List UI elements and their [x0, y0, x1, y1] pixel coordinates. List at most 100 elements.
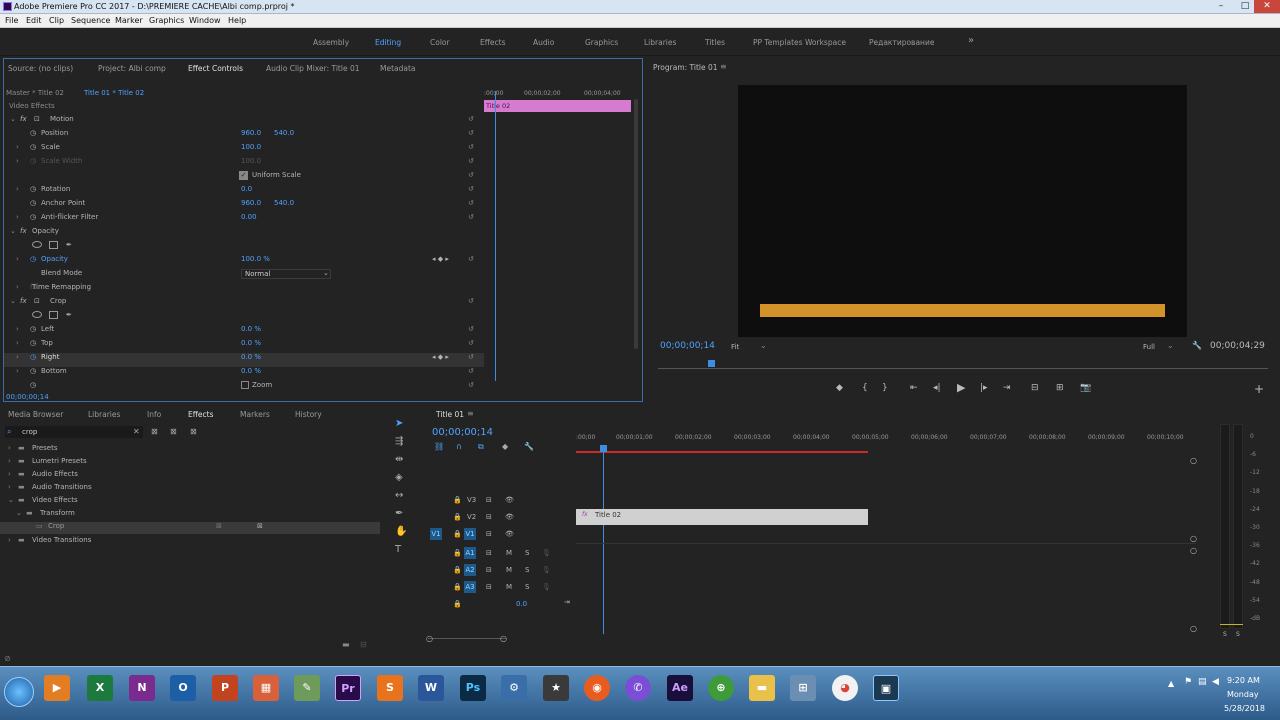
master-clip-label[interactable]: Master * Title 02	[6, 89, 64, 97]
anchor-y[interactable]: 540.0	[274, 199, 294, 207]
track-label-v1[interactable]: V1	[464, 528, 476, 540]
timeline-ruler[interactable]: :00;00 00;00;01;00 00;00;02;00 00;00;03;…	[576, 434, 1196, 446]
tree-crop[interactable]: Crop	[48, 522, 64, 530]
workspace-russian[interactable]: Редактирование	[869, 38, 934, 47]
workspace-titles[interactable]: Titles	[705, 38, 725, 47]
solo-button[interactable]: S	[525, 549, 529, 557]
slip-tool-icon[interactable]: ↔	[395, 490, 403, 501]
workspace-editing[interactable]: Editing	[375, 38, 401, 47]
reset-icon[interactable]: ↺	[468, 185, 474, 193]
eye-icon[interactable]: 👁	[505, 496, 514, 504]
accelerated-effects-icon[interactable]: ⊠	[151, 427, 158, 436]
reset-icon[interactable]: ↺	[468, 171, 474, 179]
tab-info[interactable]: Info	[147, 410, 161, 419]
rotation-value[interactable]: 0.0	[241, 185, 252, 193]
tab-source[interactable]: Source: (no clips)	[8, 64, 73, 73]
lock-icon[interactable]: 🔒	[453, 530, 462, 538]
reset-icon[interactable]: ↺	[468, 367, 474, 375]
left-value[interactable]: 0.0 %	[241, 325, 261, 333]
stopwatch-icon[interactable]: ◷	[30, 129, 36, 137]
outlook-icon[interactable]: O	[170, 675, 196, 701]
reset-icon[interactable]: ↺	[468, 325, 474, 333]
clear-search-icon[interactable]: ✕	[133, 427, 140, 436]
vertical-scroll-handle[interactable]: ○	[1190, 624, 1197, 633]
bottom-value[interactable]: 0.0 %	[241, 367, 261, 375]
reset-icon[interactable]: ↺	[468, 129, 474, 137]
reset-icon[interactable]: ↺	[468, 353, 474, 361]
workspace-audio[interactable]: Audio	[533, 38, 554, 47]
type-tool-icon[interactable]: T	[395, 544, 401, 555]
lock-icon[interactable]: 🔒	[453, 496, 462, 504]
track-label-a1[interactable]: A1	[464, 547, 476, 559]
app-icon[interactable]: ⊕	[708, 675, 734, 701]
timeline-playhead[interactable]	[603, 446, 604, 634]
tab-media-browser[interactable]: Media Browser	[8, 410, 63, 419]
scrollbar[interactable]	[634, 99, 638, 349]
menu-graphics[interactable]: Graphics	[149, 16, 184, 25]
ellipse-mask-icon[interactable]	[32, 311, 42, 318]
motion-label[interactable]: Motion	[50, 115, 74, 123]
scroll-handle-left[interactable]: ○	[426, 634, 433, 643]
effects-search-box[interactable]: ⌕ crop ✕	[5, 426, 143, 438]
start-button[interactable]	[4, 677, 34, 707]
sequence-clip-label[interactable]: Title 01 * Title 02	[84, 89, 144, 97]
vertical-scroll-handle[interactable]: ○	[1190, 534, 1197, 543]
sync-lock-icon[interactable]: ⊟	[486, 583, 492, 591]
reset-icon[interactable]: ↺	[468, 157, 474, 165]
stopwatch-icon[interactable]: ◷	[30, 325, 36, 333]
workspace-libraries[interactable]: Libraries	[644, 38, 676, 47]
solo-button[interactable]: S	[525, 583, 529, 591]
tab-metadata[interactable]: Metadata	[380, 64, 416, 73]
hand-tool-icon[interactable]: ✋	[395, 526, 407, 537]
photoshop-icon[interactable]: Ps	[460, 675, 486, 701]
add-marker-icon[interactable]: ◆	[836, 383, 843, 393]
tree-lumetri-presets[interactable]: Lumetri Presets	[32, 457, 87, 465]
keyframe-nav-icon[interactable]: ◂ ◆ ▸	[432, 353, 449, 361]
reset-icon[interactable]: ↺	[468, 381, 474, 389]
sync-lock-icon[interactable]: ⊟	[486, 530, 492, 538]
sync-lock-icon[interactable]: ⊟	[486, 513, 492, 521]
ellipse-mask-icon[interactable]	[32, 241, 42, 248]
reset-icon[interactable]: ↺	[468, 199, 474, 207]
tab-libraries[interactable]: Libraries	[88, 410, 120, 419]
mute-button[interactable]: M	[506, 549, 512, 557]
tab-markers[interactable]: Markers	[240, 410, 270, 419]
antiflicker-value[interactable]: 0.00	[241, 213, 257, 221]
app-icon[interactable]: ★	[543, 675, 569, 701]
anchor-x[interactable]: 960.0	[241, 199, 261, 207]
ripple-edit-tool-icon[interactable]: ⇹	[395, 454, 403, 465]
scale-value[interactable]: 100.0	[241, 143, 261, 151]
stopwatch-icon[interactable]: ◷	[30, 213, 36, 221]
add-button-icon[interactable]: +	[1254, 382, 1264, 396]
tree-transform[interactable]: Transform	[40, 509, 75, 517]
eye-icon[interactable]: 👁	[505, 513, 514, 521]
pen-mask-icon[interactable]: ✒	[66, 241, 72, 249]
linked-selection-icon[interactable]: ⧉	[478, 442, 484, 452]
reset-icon[interactable]: ↺	[468, 297, 474, 305]
fit-select[interactable]: Fit	[731, 343, 739, 351]
go-to-out-icon[interactable]: ⇥	[1003, 383, 1011, 393]
track-label-a3[interactable]: A3	[464, 581, 476, 593]
premiere-taskbar-icon[interactable]: Pr	[335, 675, 361, 701]
reset-icon[interactable]: ↺	[468, 339, 474, 347]
solo-button[interactable]: S	[525, 566, 529, 574]
workspace-color[interactable]: Color	[430, 38, 450, 47]
track-label-a2[interactable]: A2	[464, 564, 476, 576]
reset-icon[interactable]: ↺	[468, 213, 474, 221]
tab-effects[interactable]: Effects	[188, 410, 214, 419]
opacity-group-label[interactable]: Opacity	[32, 227, 59, 235]
master-go-to-end-icon[interactable]: ⇥	[564, 598, 570, 606]
lock-icon[interactable]: 🔒	[453, 583, 462, 591]
minimize-button[interactable]: –	[1208, 0, 1234, 13]
insert-sequence-icon[interactable]: ⛓	[434, 442, 444, 451]
mark-out-icon[interactable]: }	[882, 383, 888, 393]
tab-audio-clip-mixer[interactable]: Audio Clip Mixer: Title 01	[266, 64, 360, 73]
reset-icon[interactable]: ↺	[468, 143, 474, 151]
onenote-icon[interactable]: N	[129, 675, 155, 701]
selection-tool-icon[interactable]: ➤	[395, 418, 403, 429]
position-x[interactable]: 960.0	[241, 129, 261, 137]
rectangle-mask-icon[interactable]	[49, 241, 58, 249]
timeline-clip-title02[interactable]: fx Title 02	[576, 509, 868, 525]
stopwatch-icon[interactable]: ◷	[30, 367, 36, 375]
sublime-icon[interactable]: S	[377, 675, 403, 701]
